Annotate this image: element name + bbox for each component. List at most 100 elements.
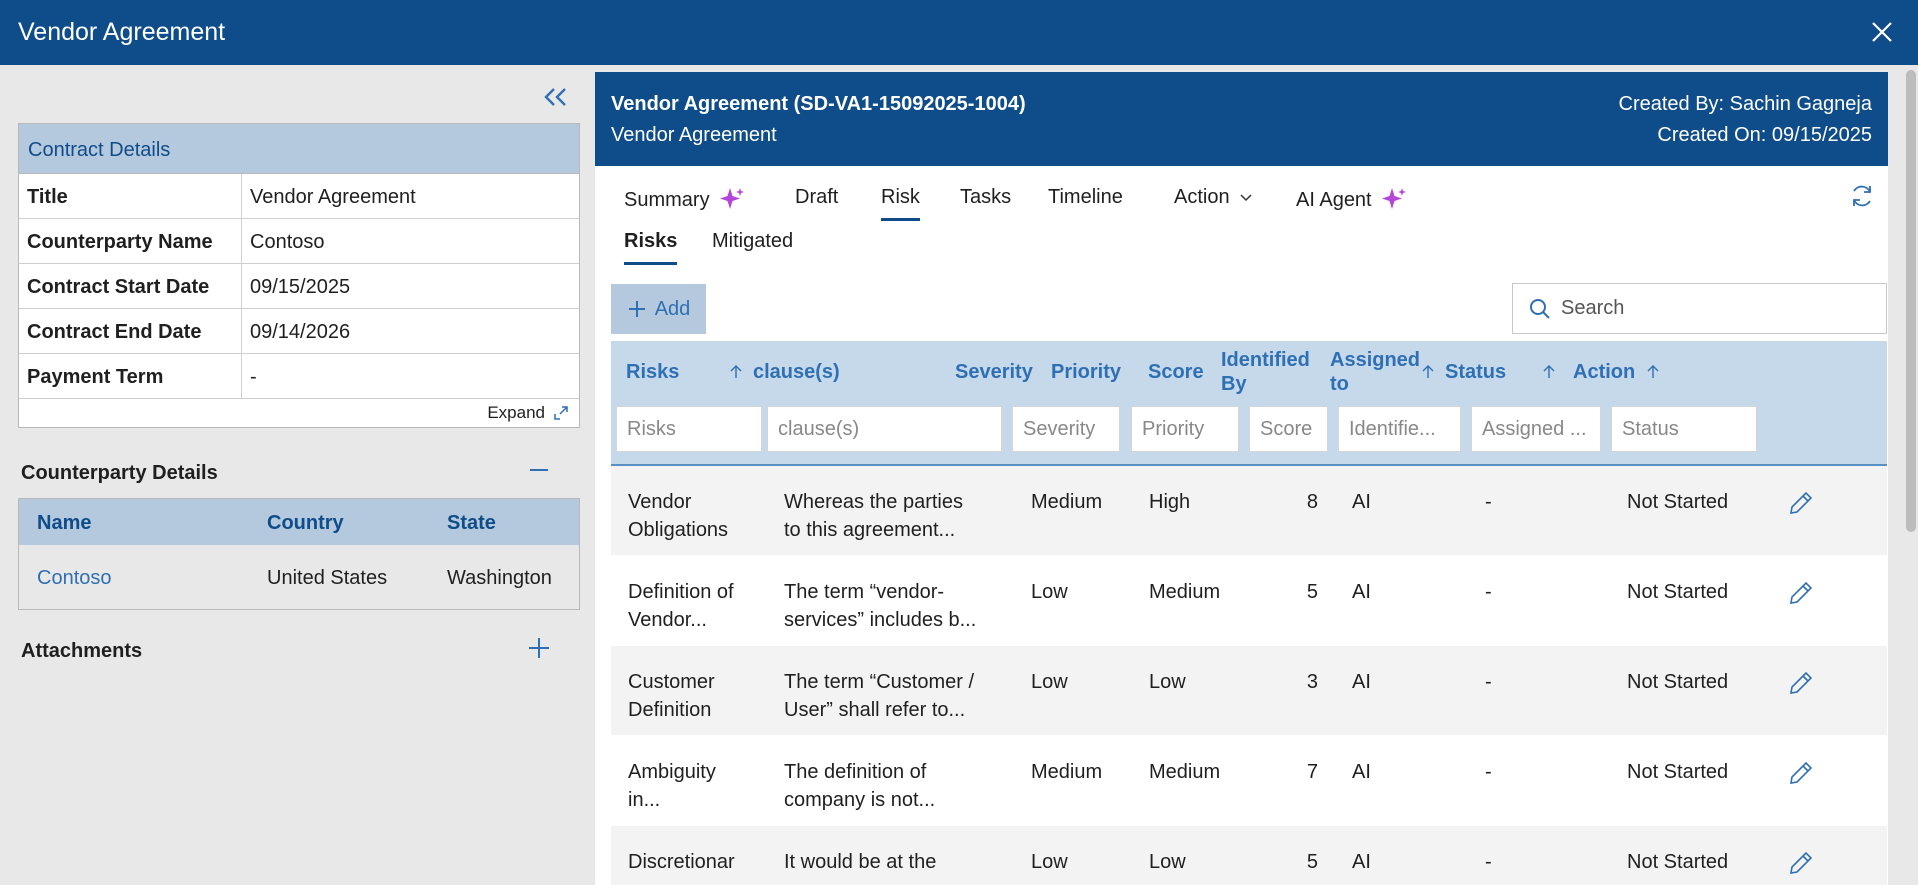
contract-detail-label: Contract End Date	[19, 309, 242, 353]
cell-risk: Customer Definition	[628, 671, 715, 721]
edit-icon[interactable]	[1787, 669, 1815, 697]
filter-clauses	[767, 406, 1002, 452]
column-header-action[interactable]: Action	[1573, 347, 1663, 397]
tab-label: Tasks	[960, 186, 1012, 208]
contract-detail-label: Payment Term	[19, 354, 242, 398]
cell-identified-by: AI	[1352, 761, 1371, 783]
filter-severity-input[interactable]	[1023, 417, 1109, 441]
cell-status: Not Started	[1627, 491, 1729, 513]
collapse-section-icon[interactable]	[526, 457, 552, 483]
edit-icon[interactable]	[1787, 489, 1815, 517]
contract-details-footer: Expand	[19, 399, 579, 427]
counterparty-table-header: Name Country State	[19, 499, 579, 545]
counterparty-name-link[interactable]: Contoso	[37, 567, 112, 590]
left-panel: Contract Details Title Vendor Agreement …	[0, 65, 595, 885]
cell-risk: Ambiguity in...	[628, 761, 716, 811]
column-header-score[interactable]: Score	[1148, 347, 1208, 397]
cell-score: 5	[1306, 581, 1318, 603]
tab-summary[interactable]: Summary	[624, 186, 746, 214]
column-header-name: Name	[37, 512, 92, 534]
filter-severity	[1012, 406, 1120, 452]
sparkle-icon	[719, 188, 744, 209]
cell-identified-by: AI	[1352, 491, 1371, 513]
column-header-identified-by[interactable]: Identified By	[1221, 347, 1321, 397]
tab-label: Summary	[624, 188, 710, 211]
cell-severity: Medium	[1031, 761, 1103, 783]
contract-detail-label: Counterparty Name	[19, 219, 242, 263]
column-header-priority[interactable]: Priority	[1051, 347, 1136, 397]
filter-risks	[616, 406, 762, 452]
sort-ascending-icon	[730, 365, 742, 378]
tab-draft[interactable]: Draft	[795, 186, 838, 209]
column-header-risks[interactable]: Risks	[626, 347, 746, 397]
counterparty-country: United States	[267, 567, 388, 589]
edit-icon[interactable]	[1787, 759, 1815, 787]
edit-icon[interactable]	[1787, 579, 1815, 607]
cell-assigned-to: -	[1485, 491, 1492, 513]
column-header-assigned-to[interactable]: Assigned to	[1330, 347, 1440, 397]
filter-score-input[interactable]	[1260, 417, 1317, 441]
filter-assigned-to	[1471, 406, 1601, 452]
subtab-mitigated[interactable]: Mitigated	[712, 230, 793, 253]
table-row[interactable]: Ambiguity in... The definition of compan…	[611, 736, 1887, 826]
cell-status: Not Started	[1627, 761, 1729, 783]
counterparty-row: Contoso United States Washington	[19, 545, 579, 609]
search-input[interactable]	[1561, 297, 1861, 320]
table-row[interactable]: Discretionar It would be at the Low Low …	[611, 826, 1887, 885]
table-row[interactable]: Definition of Vendor... The term “vendor…	[611, 556, 1887, 646]
add-risk-button[interactable]: Add	[611, 284, 706, 334]
cell-clause: The definition of company is not...	[784, 761, 936, 811]
search-icon	[1530, 298, 1550, 319]
cell-priority: Medium	[1149, 581, 1221, 603]
cell-priority: Low	[1149, 671, 1186, 693]
contract-detail-value: 09/15/2025	[250, 276, 351, 298]
tab-label: Draft	[795, 186, 839, 208]
column-header-severity[interactable]: Severity	[955, 347, 1040, 397]
contract-details-card: Contract Details Title Vendor Agreement …	[18, 123, 580, 428]
filter-identified-by	[1338, 406, 1461, 452]
filter-priority	[1131, 406, 1239, 452]
cell-priority: Low	[1149, 851, 1186, 873]
filter-priority-input[interactable]	[1142, 417, 1228, 441]
counterparty-table: Name Country State Contoso United States…	[18, 498, 580, 610]
close-icon[interactable]	[1868, 18, 1896, 46]
refresh-icon[interactable]	[1848, 182, 1876, 210]
column-header-clauses[interactable]: clause(s)	[753, 347, 943, 397]
vertical-scrollbar[interactable]	[1906, 70, 1916, 532]
counterparty-state: Washington	[447, 567, 552, 589]
table-row[interactable]: Vendor Obligations Whereas the parties t…	[611, 466, 1887, 556]
chevron-down-icon	[1240, 193, 1252, 201]
contract-detail-value: Vendor Agreement	[250, 186, 416, 208]
column-header-status[interactable]: Status	[1445, 347, 1565, 397]
expand-button[interactable]: Expand	[487, 403, 569, 423]
contract-detail-value: Contoso	[250, 231, 325, 253]
cell-score: 8	[1306, 491, 1318, 513]
tab-label: Risk	[881, 186, 920, 208]
column-header-label: Status	[1445, 361, 1507, 383]
tab-timeline[interactable]: Timeline	[1048, 186, 1123, 209]
filter-identified-by-input[interactable]	[1349, 417, 1450, 441]
filter-assigned-to-input[interactable]	[1482, 417, 1590, 441]
expand-label: Expand	[487, 403, 545, 422]
filter-status-input[interactable]	[1622, 417, 1746, 441]
filter-score	[1249, 406, 1328, 452]
collapse-panel-icon[interactable]	[540, 83, 572, 111]
contract-subtitle: Vendor Agreement	[611, 124, 777, 146]
contract-detail-label: Title	[19, 174, 242, 218]
cell-priority: Medium	[1149, 761, 1221, 783]
column-header-country: Country	[267, 512, 344, 534]
table-row[interactable]: Customer Definition The term “Customer /…	[611, 646, 1887, 736]
tab-ai-agent[interactable]: AI Agent	[1296, 186, 1408, 214]
filter-clauses-input[interactable]	[778, 417, 991, 441]
edit-icon[interactable]	[1787, 849, 1815, 877]
cell-score: 3	[1306, 671, 1318, 693]
add-attachment-icon[interactable]	[526, 635, 552, 661]
tab-tasks[interactable]: Tasks	[960, 186, 1011, 209]
tab-action[interactable]: Action	[1174, 186, 1254, 209]
contract-detail-value: -	[250, 366, 257, 388]
cell-identified-by: AI	[1352, 671, 1371, 693]
subtab-risks[interactable]: Risks	[624, 230, 678, 265]
filter-risks-input[interactable]	[627, 417, 751, 441]
tab-label: Action	[1174, 186, 1230, 208]
tab-risk[interactable]: Risk	[881, 186, 920, 221]
